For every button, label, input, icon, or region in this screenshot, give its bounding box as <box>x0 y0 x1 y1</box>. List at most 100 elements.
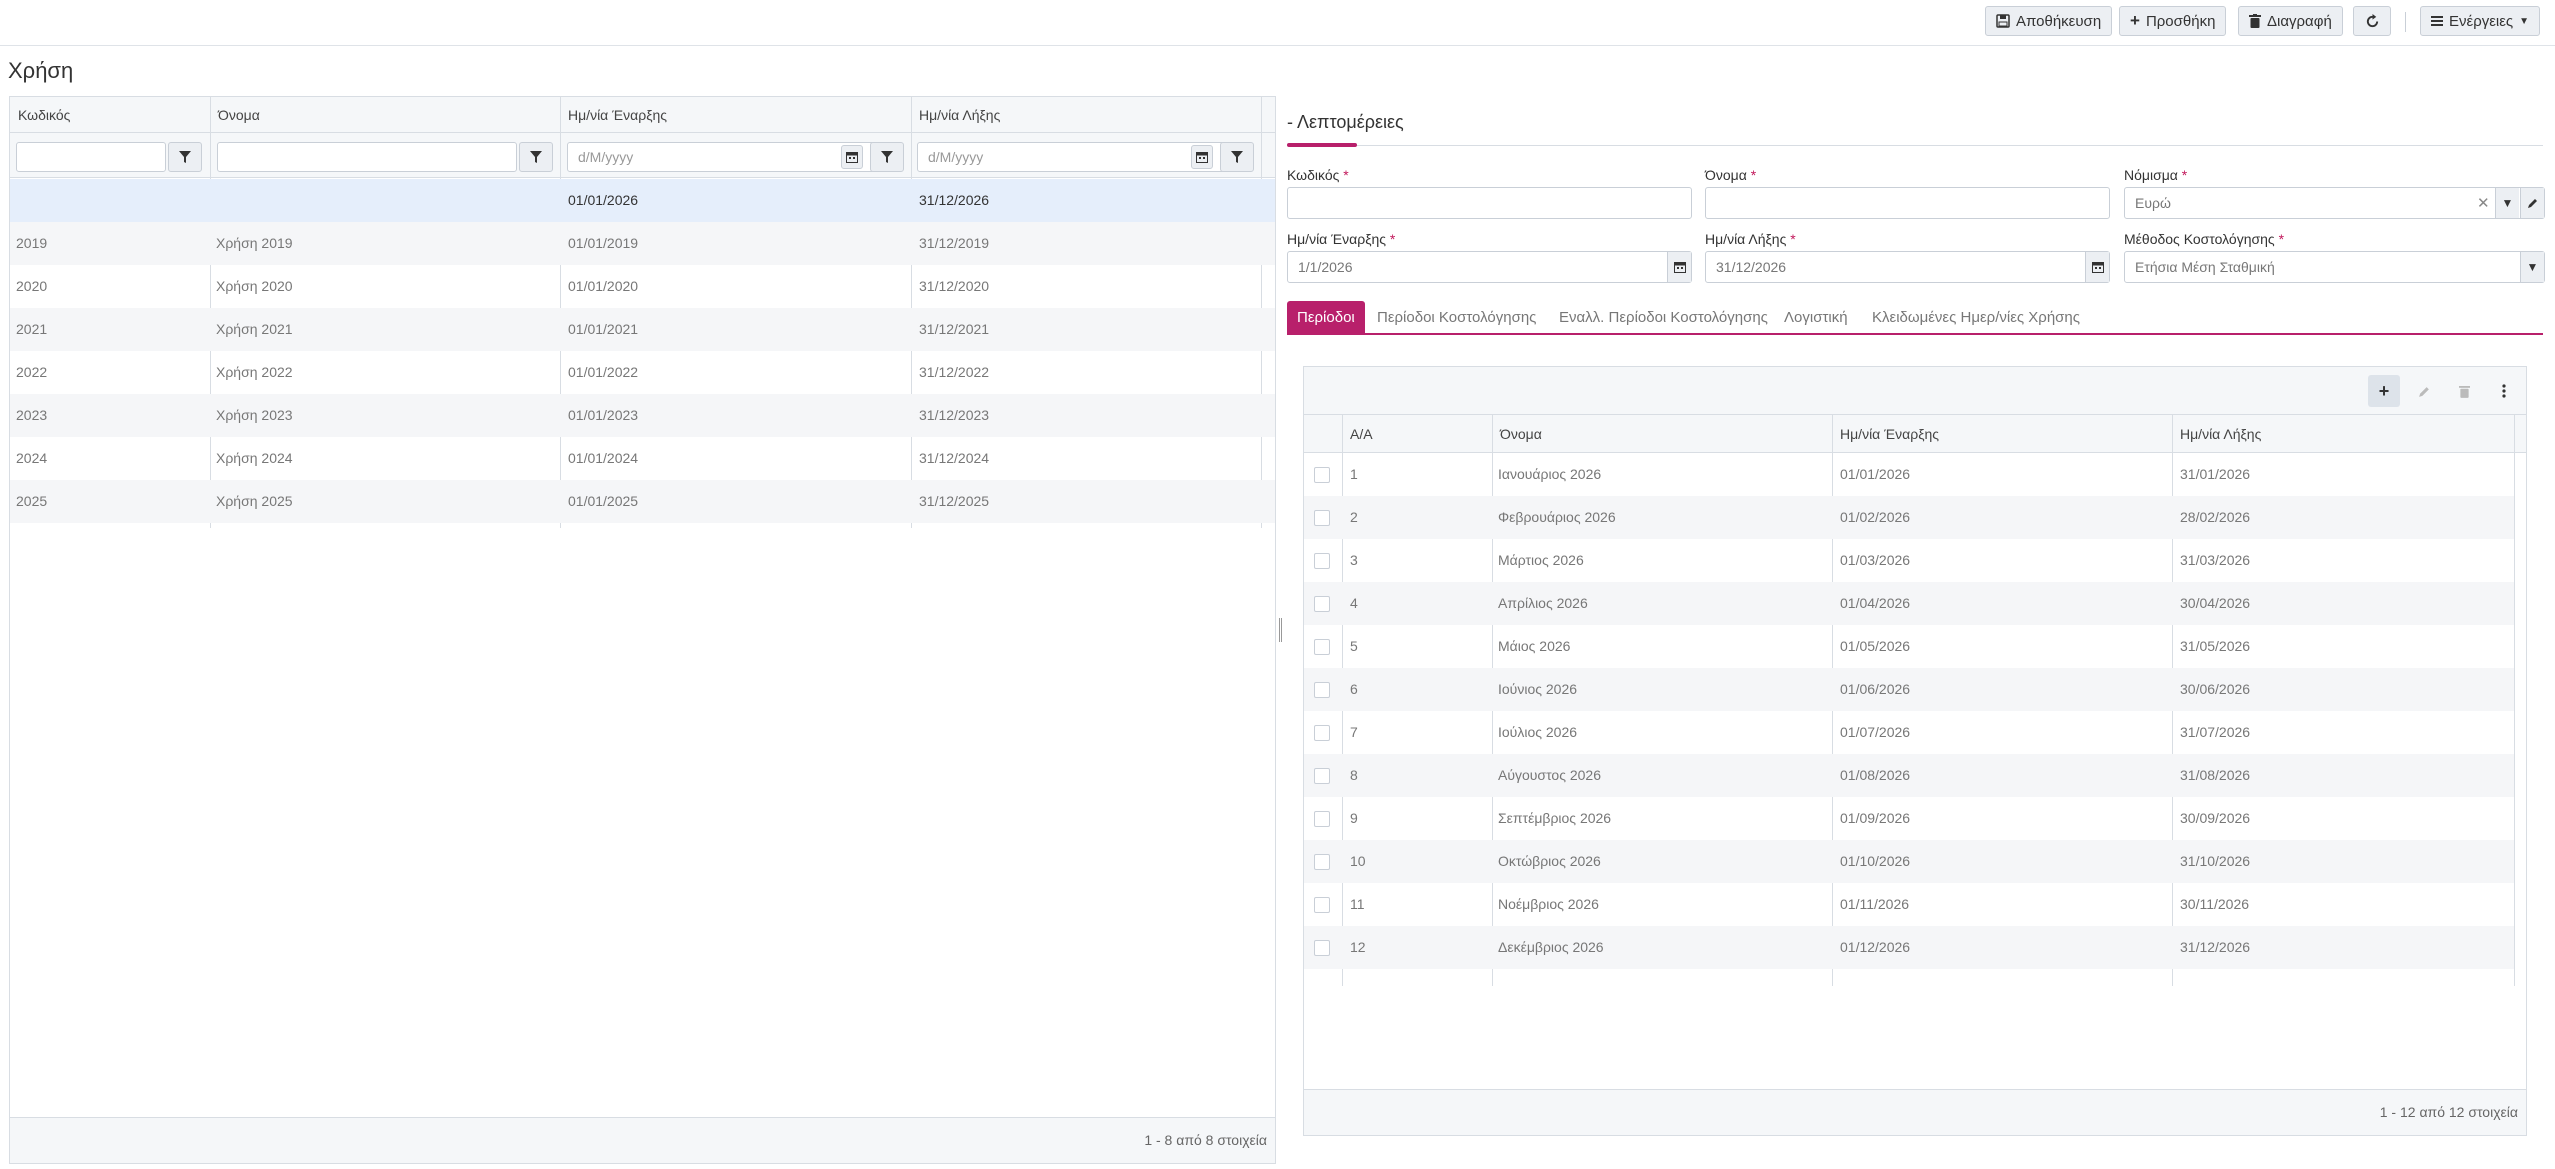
required-mark: * <box>1389 231 1396 247</box>
table-row[interactable]: 4 Απρίλιος 2026 01/04/2026 30/04/2026 <box>1304 582 2514 625</box>
calendar-icon[interactable] <box>1667 252 1691 282</box>
column-header-code[interactable]: Κωδικός <box>18 107 70 123</box>
name-filter-button[interactable] <box>519 142 553 172</box>
row-checkbox[interactable] <box>1314 811 1330 827</box>
costing-method-value: Ετήσια Μέση Σταθμική <box>2135 259 2275 275</box>
table-row[interactable]: 5 Μάιος 2026 01/05/2026 31/05/2026 <box>1304 625 2514 668</box>
row-checkbox[interactable] <box>1314 682 1330 698</box>
table-row[interactable]: 01/01/2026 31/12/2026 <box>10 179 1275 222</box>
table-row[interactable]: 6 Ιούνιος 2026 01/06/2026 30/06/2026 <box>1304 668 2514 711</box>
tab-accounting[interactable]: Λογιστική <box>1774 301 1858 333</box>
table-row[interactable]: 2 Φεβρουάριος 2026 01/02/2026 28/02/2026 <box>1304 496 2514 539</box>
actions-menu-button[interactable]: Ενέργειες ▼ <box>2420 6 2541 36</box>
table-row[interactable]: 3 Μάρτιος 2026 01/03/2026 31/03/2026 <box>1304 539 2514 582</box>
table-row[interactable]: 2024 Χρήση 2024 01/01/2024 31/12/2024 <box>10 437 1275 480</box>
tab-alt-costing-periods[interactable]: Εναλλ. Περίοδοι Κοστολόγησης <box>1549 301 1778 333</box>
currency-select[interactable]: Ευρώ ✕ ▼ <box>2124 187 2545 219</box>
table-row[interactable]: 10 Οκτώβριος 2026 01/10/2026 31/10/2026 <box>1304 840 2514 883</box>
cell-end-date: 31/01/2026 <box>2180 466 2251 482</box>
table-row[interactable]: 2021 Χρήση 2021 01/01/2021 31/12/2021 <box>10 308 1275 351</box>
more-options-button[interactable] <box>2488 375 2520 407</box>
add-button[interactable]: + Προσθήκη <box>2119 6 2227 36</box>
cell-no: 3 <box>1350 552 1358 568</box>
add-period-button[interactable]: + <box>2368 375 2400 407</box>
name-filter-input[interactable] <box>217 142 517 172</box>
table-row[interactable]: 1 Ιανουάριος 2026 01/01/2026 31/01/2026 <box>1304 453 2514 496</box>
save-button[interactable]: Αποθήκευση <box>1985 6 2113 36</box>
code-filter-button[interactable] <box>168 142 202 172</box>
refresh-button[interactable] <box>2353 6 2391 36</box>
row-checkbox[interactable] <box>1314 639 1330 655</box>
column-header-end-date[interactable]: Ημ/νία Λήξης <box>919 107 1000 123</box>
cell-name: Ιούνιος 2026 <box>1498 681 1578 697</box>
column-header-name[interactable]: Όνομα <box>218 107 260 123</box>
plus-icon: + <box>2378 380 2390 401</box>
splitter-handle[interactable] <box>1279 618 1282 642</box>
code-input[interactable] <box>1287 187 1692 219</box>
start-date-input[interactable]: 1/1/2026 <box>1287 251 1692 283</box>
caret-down-icon[interactable]: ▼ <box>2495 188 2519 218</box>
row-checkbox[interactable] <box>1314 467 1330 483</box>
column-header-start-date[interactable]: Ημ/νία Έναρξης <box>1840 426 1939 442</box>
cell-end-date: 31/12/2024 <box>919 450 990 466</box>
costing-method-select[interactable]: Ετήσια Μέση Σταθμική ▼ <box>2124 251 2545 283</box>
costing-method-label: Μέθοδος Κοστολόγησης * <box>2124 231 2284 247</box>
edit-icon[interactable] <box>2520 188 2544 218</box>
cell-name: Αύγουστος 2026 <box>1498 767 1601 783</box>
row-checkbox[interactable] <box>1314 510 1330 526</box>
column-header-name[interactable]: Όνομα <box>1500 426 1542 442</box>
start-date-filter-input[interactable]: d/M/yyyy <box>567 142 875 172</box>
row-checkbox[interactable] <box>1314 854 1330 870</box>
tab-locked-dates[interactable]: Κλειδωμένες Ημερ/νίες Χρήσης <box>1862 301 2090 333</box>
table-row[interactable]: 7 Ιούλιος 2026 01/07/2026 31/07/2026 <box>1304 711 2514 754</box>
table-row[interactable]: 2025 Χρήση 2025 01/01/2025 31/12/2025 <box>10 480 1275 523</box>
name-input[interactable] <box>1705 187 2110 219</box>
cell-no: 4 <box>1350 595 1358 611</box>
row-checkbox[interactable] <box>1314 897 1330 913</box>
end-date-value: 31/12/2026 <box>1716 259 1787 275</box>
start-date-filter-button[interactable] <box>870 142 904 172</box>
cell-start-date: 01/01/2020 <box>568 278 639 294</box>
tab-costing-periods[interactable]: Περίοδοι Κοστολόγησης <box>1367 301 1546 333</box>
edit-period-button[interactable] <box>2408 375 2440 407</box>
end-date-input[interactable]: 31/12/2026 <box>1705 251 2110 283</box>
tab-periods[interactable]: Περίοδοι <box>1287 301 1365 333</box>
clear-icon[interactable]: ✕ <box>2477 194 2490 212</box>
cell-start-date: 01/11/2026 <box>1840 896 1910 912</box>
cell-name: Φεβρουάριος 2026 <box>1498 509 1616 525</box>
table-row[interactable]: 2023 Χρήση 2023 01/01/2023 31/12/2023 <box>10 394 1275 437</box>
periods-header: Α/Α Όνομα Ημ/νία Έναρξης Ημ/νία Λήξης <box>1304 415 2526 453</box>
column-header-end-date[interactable]: Ημ/νία Λήξης <box>2180 426 2261 442</box>
fiscal-years-grid: Κωδικός Όνομα Ημ/νία Έναρξης Ημ/νία Λήξη… <box>9 96 1276 1164</box>
cell-start-date: 01/09/2026 <box>1840 810 1911 826</box>
column-header-start-date[interactable]: Ημ/νία Έναρξης <box>568 107 667 123</box>
table-row[interactable]: 9 Σεπτέμβριος 2026 01/09/2026 30/09/2026 <box>1304 797 2514 840</box>
table-row[interactable]: 2019 Χρήση 2019 01/01/2019 31/12/2019 <box>10 222 1275 265</box>
pager-info: 1 - 8 από 8 στοιχεία <box>1144 1132 1267 1148</box>
delete-button[interactable]: Διαγραφή <box>2238 6 2343 36</box>
column-header-no[interactable]: Α/Α <box>1350 426 1373 442</box>
end-date-calendar-button[interactable] <box>1191 145 1213 169</box>
table-row[interactable]: 2020 Χρήση 2020 01/01/2020 31/12/2020 <box>10 265 1275 308</box>
caret-down-icon[interactable]: ▼ <box>2520 252 2544 282</box>
table-row[interactable]: 8 Αύγουστος 2026 01/08/2026 31/08/2026 <box>1304 754 2514 797</box>
row-checkbox[interactable] <box>1314 596 1330 612</box>
start-date-calendar-button[interactable] <box>841 145 863 169</box>
column-divider <box>2514 415 2515 986</box>
row-checkbox[interactable] <box>1314 768 1330 784</box>
row-checkbox[interactable] <box>1314 940 1330 956</box>
end-date-filter-input[interactable]: d/M/yyyy <box>917 142 1225 172</box>
cell-name: Απρίλιος 2026 <box>1498 595 1588 611</box>
calendar-icon[interactable] <box>2085 252 2109 282</box>
cell-end-date: 31/03/2026 <box>2180 552 2251 568</box>
cell-name: Ιανουάριος 2026 <box>1498 466 1602 482</box>
table-row[interactable]: 12 Δεκέμβριος 2026 01/12/2026 31/12/2026 <box>1304 926 2514 969</box>
row-checkbox[interactable] <box>1314 725 1330 741</box>
code-filter-input[interactable] <box>16 142 166 172</box>
row-checkbox[interactable] <box>1314 553 1330 569</box>
cell-name: Χρήση 2022 <box>216 364 293 380</box>
table-row[interactable]: 11 Νοέμβριος 2026 01/11/2026 30/11/2026 <box>1304 883 2514 926</box>
delete-period-button[interactable] <box>2448 375 2480 407</box>
table-row[interactable]: 2022 Χρήση 2022 01/01/2022 31/12/2022 <box>10 351 1275 394</box>
end-date-filter-button[interactable] <box>1220 142 1254 172</box>
